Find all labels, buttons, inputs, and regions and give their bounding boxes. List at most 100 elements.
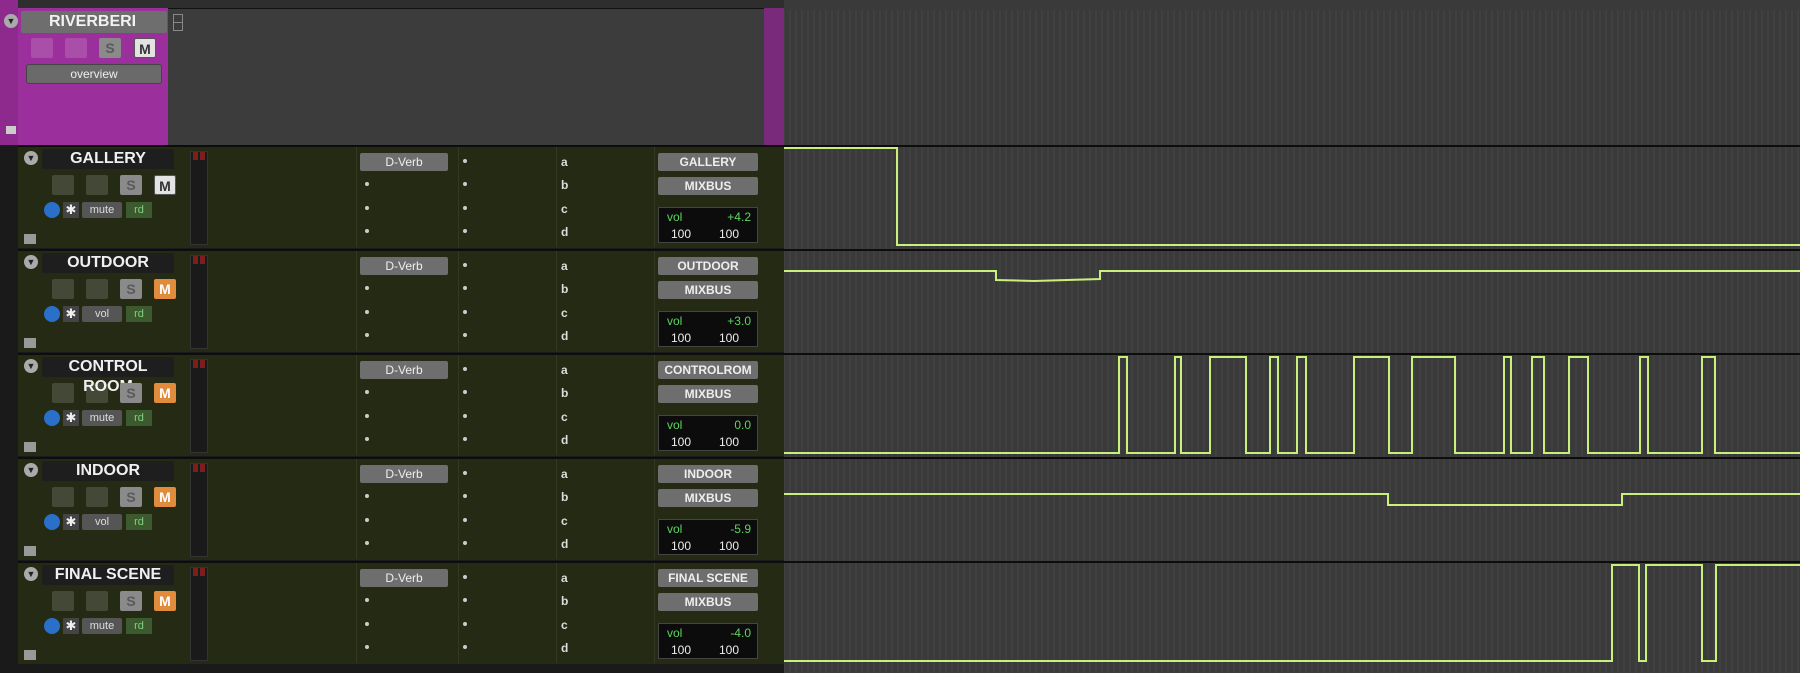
pan-right[interactable]: 100 — [719, 643, 739, 657]
folder-mute-button[interactable]: M — [134, 38, 156, 58]
elastic-icon[interactable]: ✱ — [63, 514, 79, 530]
mute-button[interactable]: M — [154, 175, 176, 195]
output-selector[interactable]: FINAL SCENE — [658, 569, 758, 587]
track-name[interactable]: OUTDOOR — [42, 253, 174, 273]
output-selector[interactable]: OUTDOOR — [658, 257, 758, 275]
pan-right[interactable]: 100 — [719, 331, 739, 345]
insert-slot[interactable] — [365, 286, 369, 290]
volume-display[interactable]: vol 0.0 100 100 — [658, 415, 758, 451]
input-button[interactable] — [86, 175, 108, 195]
track-expand-icon[interactable]: ▼ — [24, 463, 38, 477]
insert-slot[interactable] — [365, 518, 369, 522]
output-selector[interactable]: INDOOR — [658, 465, 758, 483]
record-button[interactable] — [52, 175, 74, 195]
automation-mode-selector[interactable]: rd — [126, 202, 152, 218]
insert-slot[interactable] — [463, 310, 467, 314]
insert-slot[interactable] — [365, 598, 369, 602]
input-button[interactable] — [86, 279, 108, 299]
view-selector[interactable]: vol — [82, 514, 122, 530]
track-name[interactable]: CONTROL ROOM — [42, 357, 174, 395]
record-button[interactable] — [52, 279, 74, 299]
solo-button[interactable]: S — [120, 279, 142, 299]
input-button[interactable] — [86, 383, 108, 403]
pan-left[interactable]: 100 — [671, 643, 691, 657]
insert-slot[interactable] — [463, 471, 467, 475]
pan-right[interactable]: 100 — [719, 539, 739, 553]
insert-slot[interactable] — [463, 414, 467, 418]
insert-slot[interactable] — [463, 367, 467, 371]
automation-lanes[interactable] — [784, 0, 1800, 673]
insert-slot[interactable] — [463, 645, 467, 649]
pan-right[interactable]: 100 — [719, 227, 739, 241]
timebase-icon[interactable] — [44, 618, 60, 634]
bus-selector[interactable]: MIXBUS — [658, 593, 758, 611]
input-button[interactable] — [86, 487, 108, 507]
insert-slot[interactable] — [365, 333, 369, 337]
insert-slot[interactable] — [463, 286, 467, 290]
volume-display[interactable]: vol -5.9 100 100 — [658, 519, 758, 555]
timebase-icon[interactable] — [44, 514, 60, 530]
insert-slot[interactable] — [365, 645, 369, 649]
view-selector[interactable]: mute — [82, 202, 122, 218]
insert-slot[interactable] — [463, 390, 467, 394]
pan-left[interactable]: 100 — [671, 227, 691, 241]
solo-button[interactable]: S — [120, 383, 142, 403]
track-expand-icon[interactable]: ▼ — [24, 151, 38, 165]
bus-selector[interactable]: MIXBUS — [658, 281, 758, 299]
insert-slot[interactable] — [463, 598, 467, 602]
folder-record-button[interactable] — [31, 38, 53, 58]
insert-slot[interactable] — [365, 541, 369, 545]
record-button[interactable] — [52, 487, 74, 507]
insert-slot[interactable] — [463, 541, 467, 545]
insert-dverb[interactable]: D-Verb — [360, 257, 448, 275]
insert-dverb[interactable]: D-Verb — [360, 361, 448, 379]
folder-expand-icon[interactable]: ▼ — [4, 14, 18, 28]
mute-button[interactable]: M — [154, 487, 176, 507]
automation-mode-selector[interactable]: rd — [126, 618, 152, 634]
insert-slot[interactable] — [463, 494, 467, 498]
automation-mode-selector[interactable]: rd — [126, 514, 152, 530]
insert-slot[interactable] — [463, 575, 467, 579]
mute-button[interactable]: M — [154, 383, 176, 403]
insert-slot[interactable] — [463, 159, 467, 163]
volume-display[interactable]: vol +4.2 100 100 — [658, 207, 758, 243]
track-expand-icon[interactable]: ▼ — [24, 567, 38, 581]
elastic-icon[interactable]: ✱ — [63, 202, 79, 218]
track-expand-icon[interactable]: ▼ — [24, 359, 38, 373]
track-name[interactable]: GALLERY — [42, 149, 174, 169]
insert-slot[interactable] — [365, 310, 369, 314]
solo-button[interactable]: S — [120, 487, 142, 507]
folder-input-button[interactable] — [65, 38, 87, 58]
solo-button[interactable]: S — [120, 175, 142, 195]
insert-slot[interactable] — [365, 390, 369, 394]
view-selector[interactable]: mute — [82, 410, 122, 426]
insert-slot[interactable] — [365, 494, 369, 498]
track-expand-icon[interactable]: ▼ — [24, 255, 38, 269]
bus-selector[interactable]: MIXBUS — [658, 385, 758, 403]
timebase-icon[interactable] — [44, 202, 60, 218]
insert-slot[interactable] — [463, 333, 467, 337]
elastic-icon[interactable]: ✱ — [63, 306, 79, 322]
solo-button[interactable]: S — [120, 591, 142, 611]
insert-slot[interactable] — [463, 518, 467, 522]
insert-slot[interactable] — [463, 206, 467, 210]
insert-slot[interactable] — [463, 182, 467, 186]
view-selector[interactable]: mute — [82, 618, 122, 634]
timebase-icon[interactable] — [44, 410, 60, 426]
elastic-icon[interactable]: ✱ — [63, 410, 79, 426]
folder-name[interactable]: RIVERBERI — [21, 11, 167, 33]
insert-slot[interactable] — [365, 206, 369, 210]
input-button[interactable] — [86, 591, 108, 611]
pan-right[interactable]: 100 — [719, 435, 739, 449]
insert-slot[interactable] — [365, 437, 369, 441]
automation-line[interactable] — [784, 356, 1800, 454]
automation-mode-selector[interactable]: rd — [126, 410, 152, 426]
pan-left[interactable]: 100 — [671, 539, 691, 553]
insert-slot[interactable] — [365, 414, 369, 418]
insert-dverb[interactable]: D-Verb — [360, 569, 448, 587]
automation-timeline[interactable] — [784, 0, 1800, 673]
track-name[interactable]: FINAL SCENE — [42, 565, 174, 585]
insert-slot[interactable] — [365, 622, 369, 626]
insert-dverb[interactable]: D-Verb — [360, 153, 448, 171]
insert-slot[interactable] — [463, 622, 467, 626]
